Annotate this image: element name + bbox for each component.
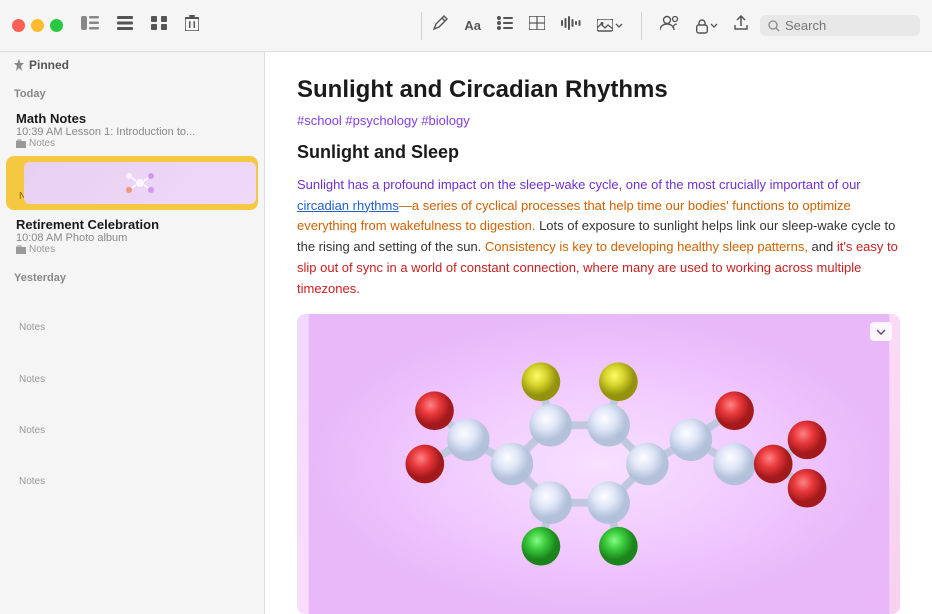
list-view-icon[interactable] (113, 12, 137, 39)
body-text-orange-2: Consistency is key to developing healthy… (485, 239, 808, 254)
note-info: Math Notes 10:39 AM Lesson 1: Introducti… (16, 111, 248, 149)
note-item-reunion[interactable]: Reunion Picnic Yesterday Need everyon...… (6, 289, 258, 339)
window-controls (12, 19, 63, 32)
delete-icon[interactable] (181, 11, 203, 40)
toolbar-divider (421, 12, 422, 40)
body-text-normal-2: and (808, 239, 837, 254)
note-item-horse[interactable]: Two-Part Horse Anim... Yesterday Handwri… (6, 392, 258, 442)
note-meta: 10:39 AM Lesson 1: Introduction to... (16, 126, 248, 138)
search-input[interactable] (785, 18, 905, 33)
note-item-sunlight[interactable]: Sunlight and Ciradia... 10:35 AM #school… (6, 156, 258, 210)
note-info: Retirement Celebration 10:08 AM Photo al… (16, 217, 248, 255)
sidebar: Pinned Today Math Notes 10:39 AM Lesson … (0, 52, 265, 614)
close-button[interactable] (12, 19, 25, 32)
toolbar-divider-2 (641, 12, 642, 40)
note-body[interactable]: Sunlight has a profound impact on the sl… (297, 175, 900, 300)
pinned-section-header: Pinned (0, 52, 264, 78)
note-item-retirement[interactable]: Retirement Celebration 10:08 AM Photo al… (6, 211, 258, 261)
media-icon[interactable] (593, 15, 627, 37)
note-item-roadtrip[interactable]: Roadtrip To Do's Yesterday ✈️ Book fligh… (6, 340, 258, 391)
note-title: Math Notes (16, 111, 248, 126)
note-main-title: Sunlight and Circadian Rhythms (297, 76, 900, 105)
search-bar[interactable] (760, 15, 920, 36)
note-folder: Notes (16, 138, 248, 149)
molecule-svg (299, 314, 899, 614)
toolbar-left (77, 11, 203, 40)
note-item-urban[interactable]: Urban planner Yesterday Handwritten n...… (6, 443, 258, 493)
note-subtitle: Sunlight and Sleep (297, 142, 900, 163)
note-title: Retirement Celebration (16, 217, 248, 232)
share-icon[interactable] (730, 11, 752, 40)
body-text-link[interactable]: circadian rhythms (297, 198, 399, 213)
yesterday-section-header: Yesterday (0, 262, 264, 288)
titlebar: Aa (0, 0, 932, 52)
pin-icon (14, 59, 24, 71)
checklist-icon[interactable] (493, 12, 517, 39)
note-tags: #school #psychology #biology (297, 113, 900, 128)
today-section-header: Today (0, 78, 264, 104)
compose-icon[interactable] (428, 11, 452, 40)
lock-icon[interactable] (692, 14, 722, 38)
image-expand-button[interactable] (870, 322, 892, 341)
collaborate-icon[interactable] (656, 11, 684, 40)
format-icon[interactable]: Aa (460, 14, 485, 37)
sidebar-toggle-icon[interactable] (77, 12, 103, 39)
minimize-button[interactable] (31, 19, 44, 32)
toolbar-right: Aa (428, 11, 920, 40)
table-icon[interactable] (525, 12, 549, 39)
note-folder: Notes (16, 244, 248, 255)
search-icon (768, 20, 780, 32)
audio-icon[interactable] (557, 12, 585, 39)
note-thumbnail (24, 162, 256, 204)
main-layout: Pinned Today Math Notes 10:39 AM Lesson … (0, 52, 932, 614)
note-image-container (297, 314, 900, 614)
note-item-math[interactable]: Math Notes 10:39 AM Lesson 1: Introducti… (6, 105, 258, 155)
molecule-image (297, 314, 900, 614)
maximize-button[interactable] (50, 19, 63, 32)
editor-pane: Sunlight and Circadian Rhythms #school #… (265, 52, 932, 614)
grid-view-icon[interactable] (147, 12, 171, 39)
note-meta: 10:08 AM Photo album (16, 232, 248, 244)
body-text-purple: Sunlight has a profound impact on the sl… (297, 177, 861, 192)
